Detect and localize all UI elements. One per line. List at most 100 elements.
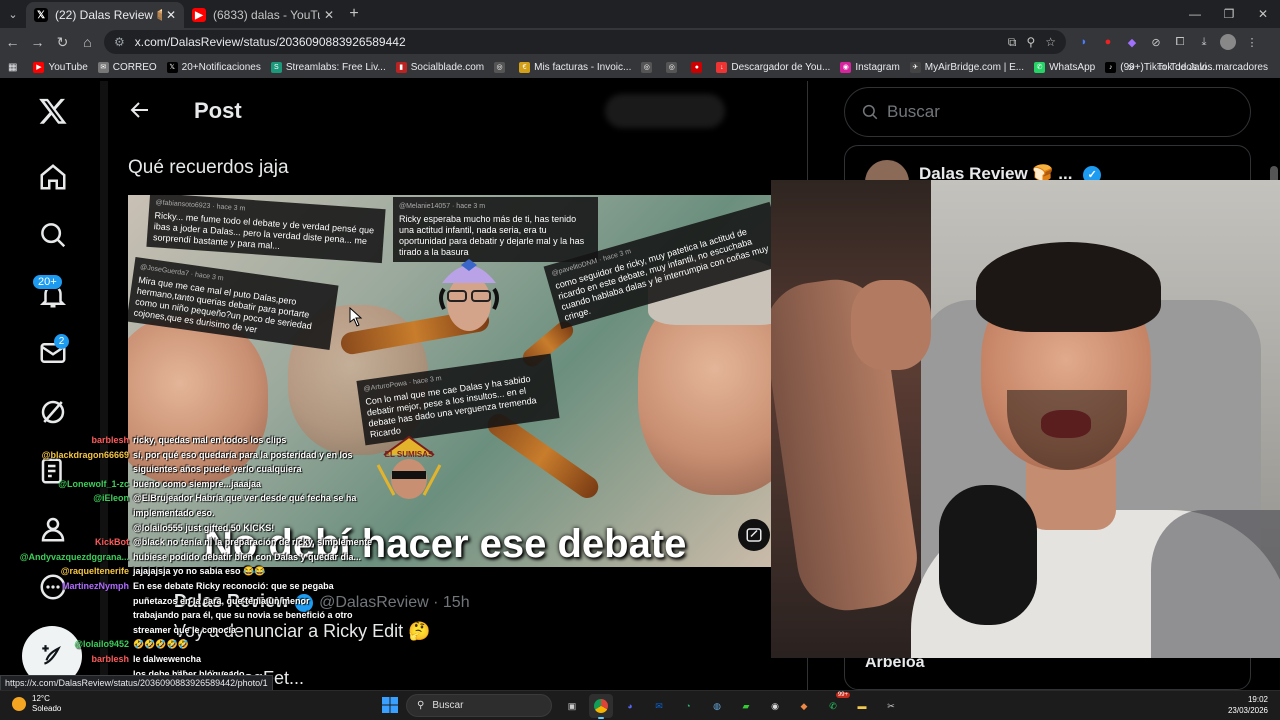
install-icon[interactable]: ⧉ xyxy=(1008,35,1017,50)
extension-icon[interactable]: ● xyxy=(1100,34,1116,50)
extension-icon[interactable]: ⊘ xyxy=(1148,34,1164,50)
task-view-icon[interactable]: ▣ xyxy=(560,694,584,718)
chat-message: implementado eso. xyxy=(0,506,215,521)
close-window-icon[interactable]: ✕ xyxy=(1246,0,1280,28)
status-url-bar: https://x.com/DalasReview/status/2036090… xyxy=(0,675,273,691)
chat-message-text: trabajando para él, que su novia se bene… xyxy=(133,610,353,621)
discord-icon[interactable]: ◕ xyxy=(618,694,642,718)
bookmark-notificaciones[interactable]: 𝕏 20+Notificaciones xyxy=(166,61,261,73)
svg-text:EL SUMISAS: EL SUMISAS xyxy=(385,450,434,459)
chat-message-text: sí, por qué eso quedaría para la posteri… xyxy=(133,449,353,460)
chat-username[interactable]: barblesh xyxy=(0,652,129,667)
forward-icon[interactable]: → xyxy=(25,28,50,56)
bookmark-globe[interactable]: ◎ xyxy=(494,61,509,73)
search-icon[interactable] xyxy=(37,219,69,251)
bookmark-correo[interactable]: ✉ CORREO xyxy=(97,61,157,73)
cam-hair xyxy=(976,242,1161,332)
bookmark-socialblade[interactable]: ▮ Socialblade.com xyxy=(395,61,484,73)
chat-message-text: @lolailo555 just gifted 50 KICKS! xyxy=(133,522,275,533)
bookmark-whatsapp[interactable]: ✆ WhatsApp xyxy=(1034,61,1095,73)
bookmark-youtube[interactable]: ▶ YouTube xyxy=(33,61,88,73)
invoice-icon: € xyxy=(519,61,531,73)
chat-username[interactable]: @Lonewolf_1-zc xyxy=(0,477,129,492)
chat-message: @blackdragon66669 sí, por qué eso quedarí… xyxy=(0,448,353,463)
chat-message: barblesh le dalwewencha xyxy=(0,652,201,667)
back-icon[interactable]: ← xyxy=(0,28,25,56)
bookmark-descargador[interactable]: ↓ Descargador de You... xyxy=(716,61,830,73)
apps-grid-icon[interactable]: ▦ xyxy=(8,62,17,73)
bookmark-facturas[interactable]: € Mis facturas - Invoic... xyxy=(519,61,631,73)
windows-taskbar: 12°C Soleado ⚲ Buscar ▣ ◕ ✉ ◔ ◍ ▰ ◉ ◆ ✆ 99+… xyxy=(0,690,1280,720)
cam-tattoo xyxy=(1151,510,1280,658)
tab-search-icon[interactable]: ⌄ xyxy=(0,0,26,28)
site-info-icon[interactable]: ⚙ xyxy=(114,35,125,49)
close-icon[interactable]: ✕ xyxy=(166,8,176,22)
myairbridge-icon: ✈ xyxy=(909,61,921,73)
whatsapp-icon[interactable]: ✆ 99+ xyxy=(821,692,850,718)
chat-username[interactable]: MartinezNymph xyxy=(0,579,129,594)
address-bar[interactable]: ⚙ x.com/DalasReview/status/2036090883926… xyxy=(104,30,1066,54)
instagram-icon: ◉ xyxy=(840,61,852,73)
clock-date: 23/03/2026 xyxy=(1227,706,1268,715)
tab-dalas-review[interactable]: 𝕏 (22) Dalas Review 📦 🍿 🎳 en ✕ xyxy=(26,2,184,28)
obs-icon[interactable]: ◉ xyxy=(763,694,787,718)
video-options-button[interactable] xyxy=(738,519,770,551)
new-tab-button[interactable]: + xyxy=(342,5,366,23)
system-clock[interactable]: 19:02 23/03/2026 xyxy=(1228,694,1268,716)
menu-kebab-icon[interactable]: ⋮ xyxy=(1244,34,1260,50)
streamlabs-icon: S xyxy=(270,61,282,73)
tab-youtube[interactable]: ▶ (6833) dalas - YouTube ✕ xyxy=(184,2,342,28)
chat-message: trabajando para él, que su novia se bene… xyxy=(0,608,353,623)
bookmark-globe-2[interactable]: ◎ xyxy=(641,61,656,73)
chat-username[interactable]: barblesh xyxy=(0,433,129,448)
chat-username[interactable]: KickBot xyxy=(0,535,129,550)
bookmark-streamlabs[interactable]: S Streamlabs: Free Liv... xyxy=(270,61,386,73)
windows-start-icon[interactable] xyxy=(382,697,398,713)
app-icon[interactable]: ◆ xyxy=(792,694,816,718)
taskbar-search[interactable]: ⚲ Buscar xyxy=(406,694,552,717)
extensions-puzzle-icon[interactable]: ⧠ xyxy=(1172,34,1188,50)
search-input[interactable]: Buscar xyxy=(844,87,1251,137)
file-explorer-icon[interactable]: ▬ xyxy=(850,694,874,718)
reload-icon[interactable]: ↻ xyxy=(50,28,75,56)
window-controls: — ❐ ✕ xyxy=(1178,0,1280,28)
chat-message-text: jajajajsja yo no sabía eso 😂😂 xyxy=(133,566,266,577)
profile-avatar-icon[interactable] xyxy=(1220,34,1236,50)
grok-icon[interactable] xyxy=(37,396,69,428)
tiktok-icon: ♪ xyxy=(1105,61,1117,73)
edge-icon[interactable]: ◔ xyxy=(676,694,700,718)
close-icon[interactable]: ✕ xyxy=(324,8,334,22)
bookmark-instagram[interactable]: ◉ Instagram xyxy=(840,61,900,73)
bookmark-globe-3[interactable]: ◎ xyxy=(666,61,681,73)
download-icon[interactable]: ⤓ xyxy=(1196,34,1212,50)
chat-message-text: En ese debate Ricky reconoció: que se pe… xyxy=(133,581,334,591)
restore-icon[interactable]: ❐ xyxy=(1212,0,1246,28)
chat-username[interactable]: @iEleon xyxy=(0,491,129,506)
chat-username[interactable]: @raqueltenerife xyxy=(0,564,129,579)
home-icon[interactable]: ⌂ xyxy=(75,28,100,56)
bookmark-star-icon[interactable]: ☆ xyxy=(1045,35,1056,49)
chat-message: puñetazos en la cara, que tenía un menor xyxy=(0,594,310,609)
back-arrow-icon[interactable] xyxy=(128,98,152,127)
home-icon[interactable] xyxy=(37,161,69,193)
bookmark-myairbridge[interactable]: ✈ MyAirBridge.com | E... xyxy=(909,61,1024,73)
x-logo-icon[interactable] xyxy=(37,95,69,127)
all-bookmarks-button[interactable]: Todos los marcadores xyxy=(1170,62,1268,73)
chat-username[interactable]: @lolailo9452 xyxy=(0,637,129,652)
camtasia-icon[interactable]: ▰ xyxy=(734,694,758,718)
extension-icon[interactable]: ◗ xyxy=(1076,34,1092,50)
more-bookmarks-button[interactable]: » xyxy=(1128,60,1135,74)
network-app-icon[interactable]: ◍ xyxy=(705,694,729,718)
chrome-icon[interactable] xyxy=(589,694,613,719)
mouse-cursor-icon xyxy=(349,307,363,327)
minimize-icon[interactable]: — xyxy=(1178,0,1212,28)
bookmark-red[interactable]: ● xyxy=(691,61,706,73)
zoom-icon[interactable]: ⚲ xyxy=(1026,35,1035,49)
chat-username[interactable]: @blackdragon66669 xyxy=(0,448,129,463)
chat-username[interactable]: @Andyvazquezdggrana... xyxy=(0,550,129,565)
outlook-icon[interactable]: ✉ xyxy=(647,694,671,718)
weather-widget[interactable]: 12°C Soleado xyxy=(12,694,61,714)
snipping-icon[interactable]: ✂ xyxy=(879,694,903,718)
chat-message-text: puñetazos en la cara, que tenía un menor xyxy=(133,595,310,606)
extension-icon[interactable]: ◆ xyxy=(1124,34,1140,50)
